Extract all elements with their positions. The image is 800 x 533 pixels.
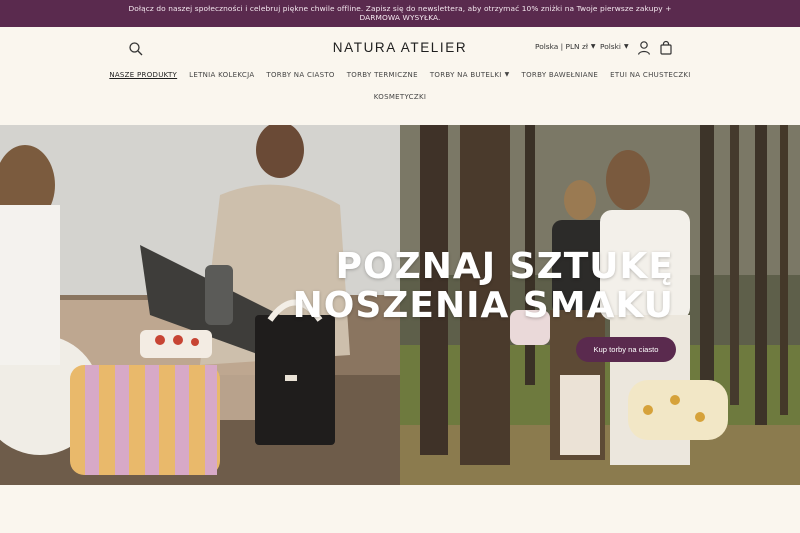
site-logo[interactable]: NATURA ATELIER (0, 40, 800, 55)
main-nav: NASZE PRODUKTY LETNIA KOLEKCJA TORBY NA … (0, 71, 800, 101)
nav-item-torby-na-ciasto[interactable]: TORBY NA CIASTO (260, 71, 340, 79)
nav-item-torby-termiczne[interactable]: TORBY TERMICZNE (341, 71, 424, 79)
account-button[interactable] (637, 40, 651, 56)
hero-title: POZNAJ SZTUKĘ NOSZENIA SMAKU (293, 247, 674, 325)
country-label: Polska | PLN zł (535, 42, 588, 51)
page-section-below-hero (0, 485, 800, 533)
chevron-down-icon: ▼ (504, 71, 510, 78)
language-label: Polski (600, 42, 621, 51)
nav-item-kosmetyczki[interactable]: KOSMETYCZKI (368, 93, 432, 101)
hero-title-line2: NOSZENIA SMAKU (292, 285, 674, 326)
nav-item-torby-bawelniane[interactable]: TORBY BAWEŁNIANE (516, 71, 605, 79)
nav-item-nasze-produkty[interactable]: NASZE PRODUKTY (103, 71, 183, 79)
hero-title-line1: POZNAJ SZTUKĘ (335, 246, 674, 287)
cart-icon (660, 40, 672, 55)
chevron-down-icon: ▼ (590, 43, 596, 50)
country-selector[interactable]: Polska | PLN zł ▼ (535, 42, 596, 51)
chevron-down-icon: ▼ (623, 43, 629, 50)
user-icon (637, 41, 651, 55)
announcement-bar: Dołącz do naszej społeczności i celebruj… (0, 0, 800, 27)
nav-item-letnia-kolekcja[interactable]: LETNIA KOLEKCJA (183, 71, 260, 79)
announcement-text-line1: Dołącz do naszej społeczności i celebruj… (128, 4, 672, 13)
hero-banner: POZNAJ SZTUKĘ NOSZENIA SMAKU Kup torby n… (0, 125, 800, 485)
cart-button[interactable] (659, 40, 673, 56)
shop-cake-bags-button[interactable]: Kup torby na ciasto (576, 337, 676, 362)
nav-item-label: TORBY NA BUTELKI (429, 71, 502, 79)
nav-item-torby-na-butelki[interactable]: TORBY NA BUTELKI ▼ (424, 71, 516, 79)
language-selector[interactable]: Polski ▼ (600, 42, 629, 51)
site-header: NATURA ATELIER Polska | PLN zł ▼ Polski ▼ … (0, 27, 800, 125)
announcement-text-line2: DARMOWA WYSYŁKA. (359, 13, 441, 22)
nav-item-etui-na-chusteczki[interactable]: ETUI NA CHUSTECZKI (604, 71, 697, 79)
